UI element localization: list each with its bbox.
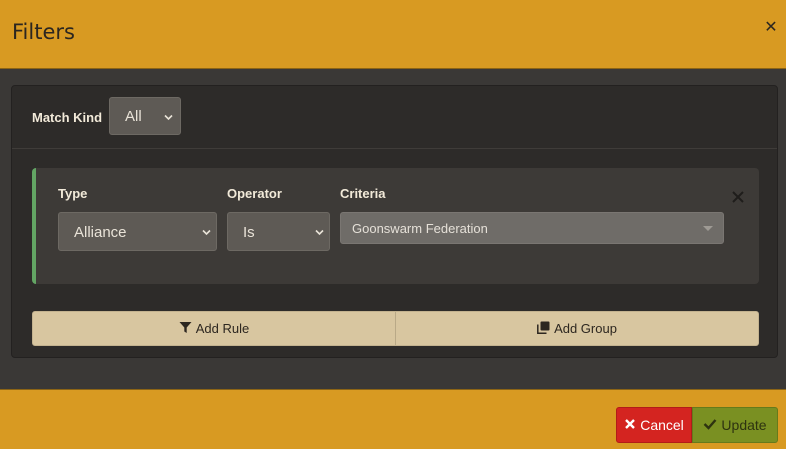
filter-rule: Type Operator Criteria Alliance Is Goons… — [32, 168, 759, 284]
chevron-down-icon — [202, 228, 211, 237]
add-rule-label: Add Rule — [195, 321, 250, 336]
modal-title: Filters — [12, 20, 75, 44]
criteria-value: Goonswarm Federation — [352, 221, 488, 236]
caret-down-icon — [703, 226, 713, 231]
match-kind-label: Match Kind — [32, 110, 103, 125]
remove-rule-icon[interactable] — [729, 188, 747, 206]
add-rule-button[interactable]: Add Rule — [33, 312, 395, 345]
close-icon — [624, 417, 636, 433]
add-group-button[interactable]: Add Group — [395, 312, 758, 345]
criteria-label: Criteria — [340, 186, 386, 201]
match-kind-value: All — [125, 108, 142, 125]
cancel-button[interactable]: Cancel — [616, 407, 692, 443]
chevron-down-icon — [164, 113, 173, 122]
rule-actions: Add Rule Add Group — [32, 311, 759, 346]
type-select[interactable]: Alliance — [58, 212, 217, 251]
add-group-label: Add Group — [554, 321, 617, 336]
copy-icon — [537, 321, 550, 337]
match-kind-select[interactable]: All — [109, 97, 181, 135]
group-header: Match Kind All — [12, 86, 777, 149]
modal-footer: Cancel Update — [0, 389, 786, 449]
filter-group: Match Kind All Type Operator Criteria Al… — [11, 85, 778, 358]
modal-header: Filters ✕ — [0, 0, 786, 69]
type-value: Alliance — [74, 224, 127, 241]
operator-value: Is — [243, 224, 255, 241]
close-icon[interactable]: ✕ — [764, 19, 778, 35]
chevron-down-icon — [315, 228, 324, 237]
modal-body: Match Kind All Type Operator Criteria Al… — [0, 69, 786, 389]
operator-label: Operator — [227, 186, 282, 201]
cancel-label: Cancel — [640, 417, 684, 433]
criteria-select[interactable]: Goonswarm Federation — [340, 212, 724, 244]
filter-icon — [179, 321, 192, 337]
type-label: Type — [58, 186, 88, 201]
update-button[interactable]: Update — [692, 407, 778, 443]
check-icon — [703, 417, 717, 433]
operator-select[interactable]: Is — [227, 212, 330, 251]
update-label: Update — [721, 417, 767, 433]
filters-modal: Filters ✕ Match Kind All Type Operator C… — [0, 0, 786, 449]
